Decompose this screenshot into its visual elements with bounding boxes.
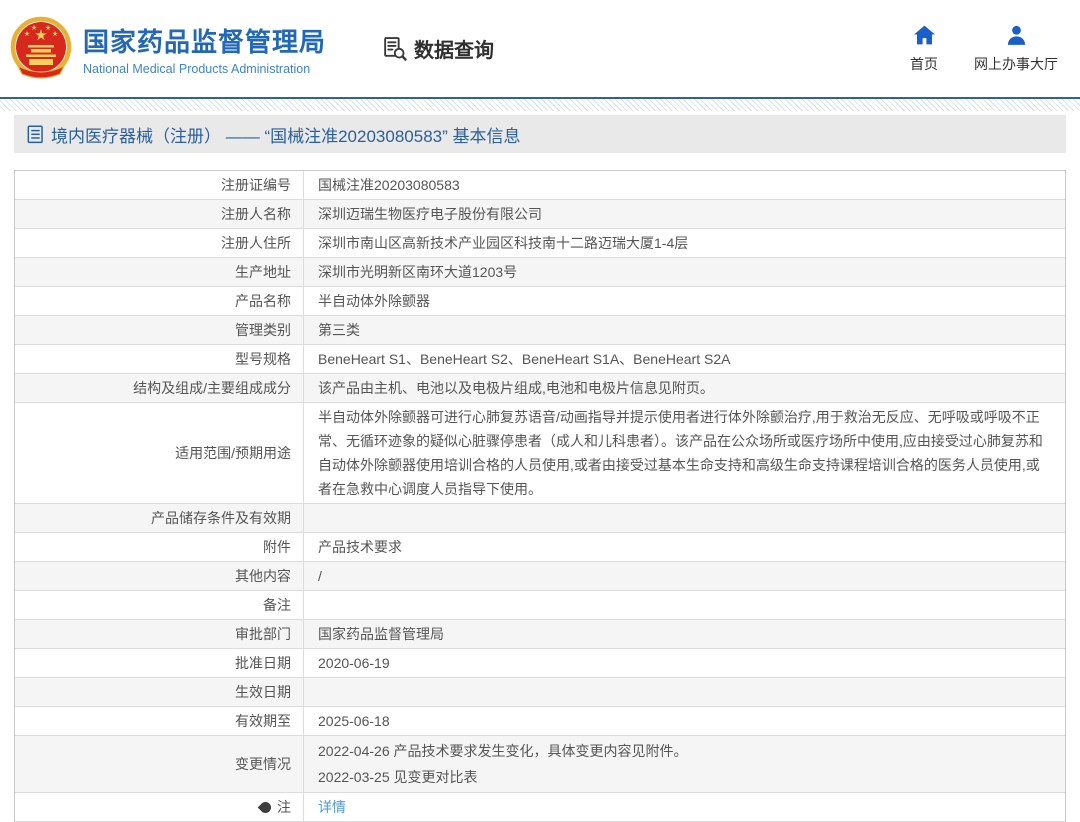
row-label: 附件 xyxy=(15,533,304,561)
row-label: 其他内容 xyxy=(15,562,304,590)
row-value-line: 2022-03-25 见变更对比表 xyxy=(318,764,478,790)
table-row: 注详情 xyxy=(15,793,1065,822)
nav-home-label: 首页 xyxy=(910,54,938,74)
table-row: 批准日期2020-06-19 xyxy=(15,649,1065,678)
svg-text:★: ★ xyxy=(31,24,37,32)
org-names: 国家药品监督管理局 National Medical Products Admi… xyxy=(83,22,326,76)
row-label: 产品名称 xyxy=(15,287,304,315)
person-icon xyxy=(1005,24,1028,46)
table-row: 型号规格BeneHeart S1、BeneHeart S2、BeneHeart … xyxy=(15,345,1065,374)
row-label: 审批部门 xyxy=(15,620,304,648)
detail-link[interactable]: 详情 xyxy=(318,795,346,819)
row-label: 注册人住所 xyxy=(15,229,304,257)
row-value: 深圳迈瑞生物医疗电子股份有限公司 xyxy=(304,200,1065,228)
row-value xyxy=(304,678,1065,706)
row-label: 备注 xyxy=(15,591,304,619)
row-label: 变更情况 xyxy=(15,736,304,792)
row-label: 有效期至 xyxy=(15,707,304,735)
table-row: 结构及组成/主要组成成分该产品由主机、电池以及电极片组成,电池和电极片信息见附页… xyxy=(15,374,1065,403)
home-icon xyxy=(913,24,936,46)
nav-home[interactable]: 首页 xyxy=(910,24,938,74)
site-header: ★ ★ ★ ★ ★ 国家药品监督管理局 National Medical Pro… xyxy=(0,0,1080,97)
logo-area[interactable]: ★ ★ ★ ★ ★ 国家药品监督管理局 National Medical Pro… xyxy=(10,16,326,82)
row-value: 2020-06-19 xyxy=(304,649,1065,677)
registration-info-table: 注册证编号国械注准20203080583注册人名称深圳迈瑞生物医疗电子股份有限公… xyxy=(14,170,1066,822)
table-row: 有效期至2025-06-18 xyxy=(15,707,1065,736)
data-query-link[interactable]: 数据查询 xyxy=(381,34,494,63)
table-row: 产品储存条件及有效期 xyxy=(15,504,1065,533)
row-value: 国械注准20203080583 xyxy=(304,171,1065,199)
row-label: 结构及组成/主要组成成分 xyxy=(15,374,304,402)
hatch-pattern-band xyxy=(0,99,1080,111)
table-row: 备注 xyxy=(15,591,1065,620)
page: ★ ★ ★ ★ ★ 国家药品监督管理局 National Medical Pro… xyxy=(0,0,1080,822)
nav-online-hall[interactable]: 网上办事大厅 xyxy=(974,24,1058,74)
table-row: 注册人名称深圳迈瑞生物医疗电子股份有限公司 xyxy=(15,200,1065,229)
row-value: 深圳市南山区高新技术产业园区科技南十二路迈瑞大厦1-4层 xyxy=(304,229,1065,257)
table-row: 附件产品技术要求 xyxy=(15,533,1065,562)
document-search-icon xyxy=(381,35,408,62)
table-row: 生效日期 xyxy=(15,678,1065,707)
org-name-zh: 国家药品监督管理局 xyxy=(83,22,326,59)
table-row: 管理类别第三类 xyxy=(15,316,1065,345)
page-title-bar: 境内医疗器械（注册） —— “国械注准20203080583” 基本信息 xyxy=(14,115,1066,153)
table-row: 产品名称半自动体外除颤器 xyxy=(15,287,1065,316)
national-emblem-icon: ★ ★ ★ ★ ★ xyxy=(10,16,72,82)
row-value: 详情 xyxy=(304,793,1065,821)
row-value: 深圳市光明新区南环大道1203号 xyxy=(304,258,1065,286)
row-label: 适用范围/预期用途 xyxy=(15,403,304,503)
row-value: 该产品由主机、电池以及电极片组成,电池和电极片信息见附页。 xyxy=(304,374,1065,402)
row-value: 产品技术要求 xyxy=(304,533,1065,561)
table-row: 生产地址深圳市光明新区南环大道1203号 xyxy=(15,258,1065,287)
row-value: 2022-04-26 产品技术要求发生变化，具体变更内容见附件。2022-03-… xyxy=(304,736,1065,792)
nav-online-hall-label: 网上办事大厅 xyxy=(974,54,1058,74)
row-label: 产品储存条件及有效期 xyxy=(15,504,304,532)
svg-text:★: ★ xyxy=(24,30,30,38)
table-row: 注册证编号国械注准20203080583 xyxy=(15,171,1065,200)
svg-text:★: ★ xyxy=(52,30,58,38)
table-row: 其他内容/ xyxy=(15,562,1065,591)
row-label: 型号规格 xyxy=(15,345,304,373)
row-label: 批准日期 xyxy=(15,649,304,677)
row-label: 生产地址 xyxy=(15,258,304,286)
document-icon xyxy=(27,125,44,144)
top-nav: 首页 网上办事大厅 xyxy=(910,24,1058,74)
row-value: 半自动体外除颤器可进行心肺复苏语音/动画指导并提示使用者进行体外除颤治疗,用于救… xyxy=(304,403,1065,503)
page-title: 境内医疗器械（注册） —— “国械注准20203080583” 基本信息 xyxy=(51,122,521,147)
data-query-label: 数据查询 xyxy=(414,34,494,63)
row-label: 注册人名称 xyxy=(15,200,304,228)
table-row: 适用范围/预期用途半自动体外除颤器可进行心肺复苏语音/动画指导并提示使用者进行体… xyxy=(15,403,1065,504)
row-value: 第三类 xyxy=(304,316,1065,344)
row-label: 生效日期 xyxy=(15,678,304,706)
svg-text:★: ★ xyxy=(45,24,51,32)
table-row: 注册人住所深圳市南山区高新技术产业园区科技南十二路迈瑞大厦1-4层 xyxy=(15,229,1065,258)
row-label: 注册证编号 xyxy=(15,171,304,199)
row-value: 2025-06-18 xyxy=(304,707,1065,735)
speech-bubble-icon xyxy=(258,799,274,815)
table-row: 审批部门国家药品监督管理局 xyxy=(15,620,1065,649)
row-value xyxy=(304,504,1065,532)
row-value xyxy=(304,591,1065,619)
table-row: 变更情况2022-04-26 产品技术要求发生变化，具体变更内容见附件。2022… xyxy=(15,736,1065,793)
org-name-en: National Medical Products Administration xyxy=(83,62,326,76)
row-value: BeneHeart S1、BeneHeart S2、BeneHeart S1A、… xyxy=(304,345,1065,373)
row-value: 半自动体外除颤器 xyxy=(304,287,1065,315)
row-label: 注 xyxy=(15,793,304,821)
row-value-line: 2022-04-26 产品技术要求发生变化，具体变更内容见附件。 xyxy=(318,738,688,764)
row-value: / xyxy=(304,562,1065,590)
row-label: 管理类别 xyxy=(15,316,304,344)
row-value: 国家药品监督管理局 xyxy=(304,620,1065,648)
